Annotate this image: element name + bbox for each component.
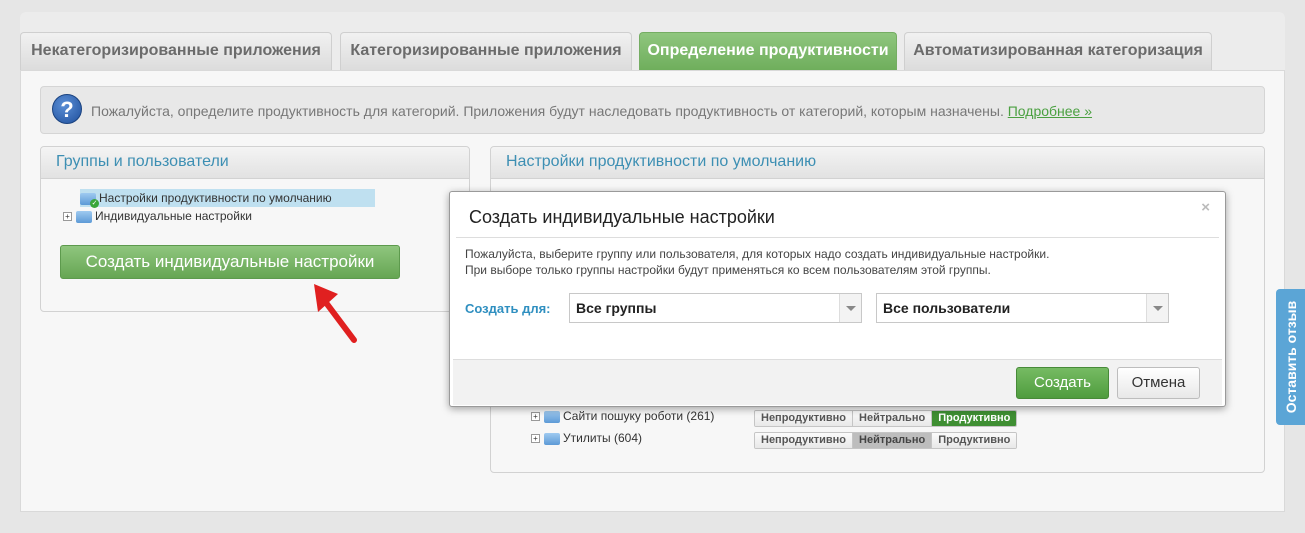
category-row[interactable]: + Утилиты (604) [531,429,642,447]
tab-uncategorized-apps[interactable]: Некатегоризированные приложения [20,32,332,70]
create-button[interactable]: Создать [1016,367,1109,399]
info-message: Пожалуйста, определите продуктивность дл… [91,103,1004,119]
divider [456,237,1219,238]
cancel-button[interactable]: Отмена [1117,367,1200,399]
folder-user-icon [76,210,92,223]
dialog-footer: Создать Отмена [453,359,1222,405]
info-banner: ? Пожалуйста, определите продуктивность … [40,86,1265,134]
chevron-down-icon[interactable] [1146,294,1168,322]
productivity-toggle: Непродуктивно Нейтрально Продуктивно [754,410,1018,427]
productivity-settings-title: Настройки продуктивности по умолчанию [491,147,1264,179]
tab-productivity-definition[interactable]: Определение продуктивности [639,32,897,70]
folder-icon [544,432,560,445]
user-select-value: Все пользователи [883,300,1011,316]
category-row[interactable]: + Сайти пошуку роботи (261) [531,407,714,425]
tab-auto-categorization[interactable]: Автоматизированная категоризация [904,32,1212,70]
group-select-value: Все группы [576,300,657,316]
tree-item-label: Индивидуальные настройки [95,209,252,223]
groups-users-panel: Группы и пользователи [40,146,470,312]
option-neutral[interactable]: Нейтрально [853,433,933,448]
tree-item-default-settings[interactable]: ✓ Настройки продуктивности по умолчанию [80,189,375,208]
create-for-label: Создать для: [465,301,551,316]
dialog-description: Пожалуйста, выберите группу или пользова… [465,246,1049,278]
expand-icon[interactable]: + [531,412,540,422]
dialog-title: Создать индивидуальные настройки [469,207,775,227]
more-link[interactable]: Подробнее » [1008,103,1092,119]
option-neutral[interactable]: Нейтрально [853,411,933,426]
group-select[interactable]: Все группы [569,293,862,323]
groups-users-title: Группы и пользователи [41,147,469,179]
question-icon: ? [52,94,82,124]
productivity-toggle: Непродуктивно Нейтрально Продуктивно [754,432,1018,449]
option-unproductive[interactable]: Непродуктивно [755,433,854,448]
info-text: Пожалуйста, определите продуктивность дл… [91,103,1092,119]
description-line-2: При выборе только группы настройки будут… [465,263,991,277]
close-icon[interactable]: × [1201,199,1210,216]
expand-icon[interactable]: + [63,212,72,222]
tree-item-label: Настройки продуктивности по умолчанию [99,191,332,205]
folder-check-icon: ✓ [80,192,99,208]
category-name: Утилиты (604) [563,431,642,445]
description-line-1: Пожалуйста, выберите группу или пользова… [465,247,1050,261]
option-productive[interactable]: Продуктивно [932,433,1017,448]
create-settings-dialog: Создать индивидуальные настройки × Пожал… [449,191,1226,407]
category-name: Сайти пошуку роботи (261) [563,409,715,423]
option-unproductive[interactable]: Непродуктивно [755,411,854,426]
chevron-down-icon[interactable] [839,294,861,322]
user-select[interactable]: Все пользователи [876,293,1169,323]
expand-icon[interactable]: + [531,434,540,444]
option-productive[interactable]: Продуктивно [932,411,1017,426]
tree-item-individual-settings[interactable]: + Индивидуальные настройки [63,207,252,225]
feedback-button[interactable]: Оставить отзыв [1276,289,1305,425]
feedback-label: Оставить отзыв [1282,300,1299,414]
tab-categorized-apps[interactable]: Категоризированные приложения [340,32,632,70]
folder-icon [544,410,560,423]
create-individual-settings-button[interactable]: Создать индивидуальные настройки [60,245,400,279]
red-arrow-icon [314,284,357,343]
